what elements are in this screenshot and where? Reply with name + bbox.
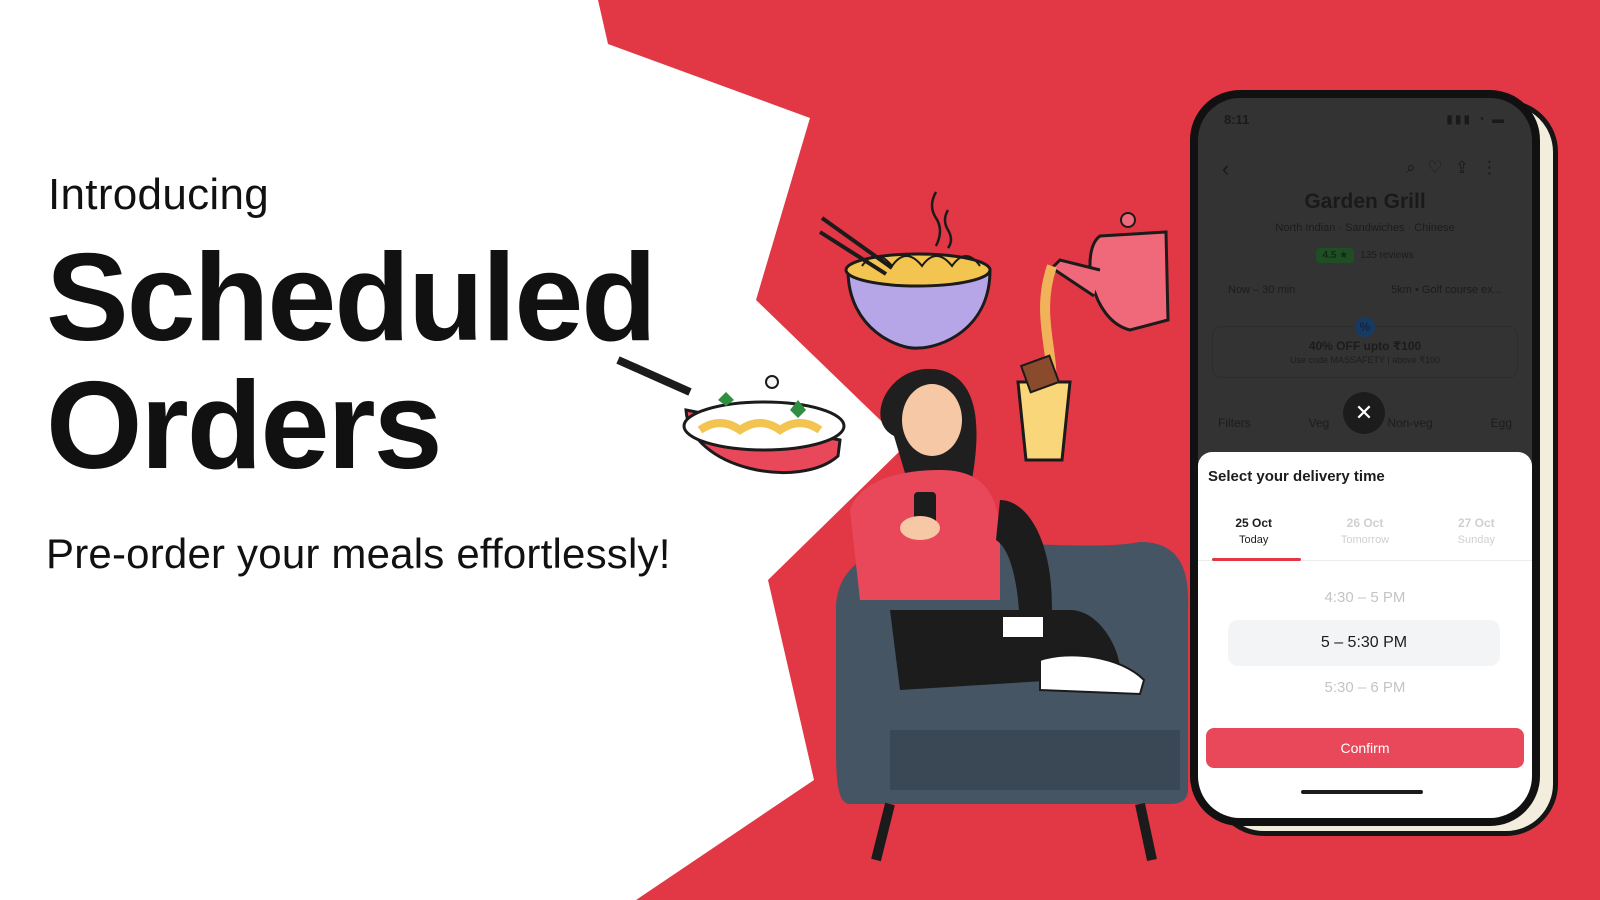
location-dropdown[interactable]: 5km • Golf course ex... <box>1391 284 1502 296</box>
glass-icon <box>1016 354 1072 462</box>
date-tab-tomorrow[interactable]: 26 Oct Tomorrow <box>1309 516 1420 560</box>
share-icon[interactable]: ⇪ <box>1455 158 1481 177</box>
date-tab-sunday[interactable]: 27 Oct Sunday <box>1421 516 1532 560</box>
time-slot-picker[interactable]: 4:30 – 5 PM 5 – 5:30 PM 5:30 – 6 PM <box>1198 576 1532 710</box>
nav-row: ‹ ⌕♡⇪⋮ <box>1198 156 1532 182</box>
restaurant-name: Garden Grill <box>1304 190 1426 213</box>
rating-row: 4.5 ★ 135 reviews <box>1198 248 1532 263</box>
phone-mockup: 8:11 ▮▮▮ ◔ ▬ ‹ ⌕♡⇪⋮ Garden Grill North I… <box>1190 90 1540 826</box>
close-sheet-button[interactable]: ✕ <box>1343 392 1385 434</box>
frying-pan-icon <box>616 356 846 475</box>
back-arrow-icon[interactable]: ‹ <box>1222 156 1229 182</box>
heart-icon[interactable]: ♡ <box>1428 158 1455 177</box>
more-icon[interactable]: ⋮ <box>1481 158 1510 177</box>
time-slot-selected[interactable]: 5 – 5:30 PM <box>1228 620 1500 666</box>
restaurant-cuisine: North Indian · Sandwiches · Chinese <box>1275 222 1455 234</box>
delivery-time-sheet: Select your delivery time 25 Oct Today 2… <box>1198 452 1532 818</box>
offer-percent-icon: % <box>1355 317 1375 337</box>
date-tab-day: Sunday <box>1457 534 1495 546</box>
rating-badge: 4.5 ★ <box>1316 248 1355 263</box>
filter-chip-egg[interactable]: Egg <box>1491 416 1512 430</box>
filter-chip-non-veg[interactable]: Non-veg <box>1387 416 1432 430</box>
home-indicator <box>1301 790 1423 794</box>
nav-action-icons: ⌕♡⇪⋮ <box>1406 158 1510 178</box>
noodle-bowl-icon <box>818 191 992 350</box>
date-tab-date: 25 Oct <box>1235 516 1272 530</box>
filter-chip-filters[interactable]: Filters <box>1218 416 1251 430</box>
woman-in-armchair-illustration <box>616 191 1189 862</box>
reviews-count: 135 reviews <box>1360 250 1414 261</box>
date-tab-today[interactable]: 25 Oct Today <box>1198 516 1309 561</box>
confirm-button[interactable]: Confirm <box>1206 728 1524 768</box>
time-slot[interactable]: 4:30 – 5 PM <box>1198 576 1532 620</box>
eta-dropdown[interactable]: Now – 30 min <box>1228 284 1295 296</box>
offer-title: 40% OFF upto ₹100 <box>1308 339 1422 353</box>
date-tab-day: Tomorrow <box>1340 534 1390 546</box>
status-icons: ▮▮▮ ◔ ▬ <box>1446 112 1506 126</box>
date-tab-day: Today <box>1238 534 1269 546</box>
date-tab-date: 27 Oct <box>1457 516 1495 530</box>
phone-screen: 8:11 ▮▮▮ ◔ ▬ ‹ ⌕♡⇪⋮ Garden Grill North I… <box>1198 98 1532 818</box>
search-icon[interactable]: ⌕ <box>1406 158 1428 177</box>
info-row: Now – 30 min 5km • Golf course ex... <box>1228 284 1502 296</box>
offer-banner[interactable]: % 40% OFF upto ₹100 Use code MASSAFETY |… <box>1212 317 1518 378</box>
date-tab-date: 26 Oct <box>1346 516 1384 530</box>
time-slot[interactable]: 5:30 – 6 PM <box>1198 666 1532 710</box>
offer-subtitle: Use code MASSAFETY | above ₹100 <box>1290 355 1440 365</box>
filter-chip-veg[interactable]: Veg <box>1309 416 1330 430</box>
date-tabs: 25 Oct Today 26 Oct Tomorrow 27 Oct Sund… <box>1198 516 1532 561</box>
status-time: 8:11 <box>1224 112 1250 127</box>
sheet-title: Select your delivery time <box>1208 468 1385 485</box>
